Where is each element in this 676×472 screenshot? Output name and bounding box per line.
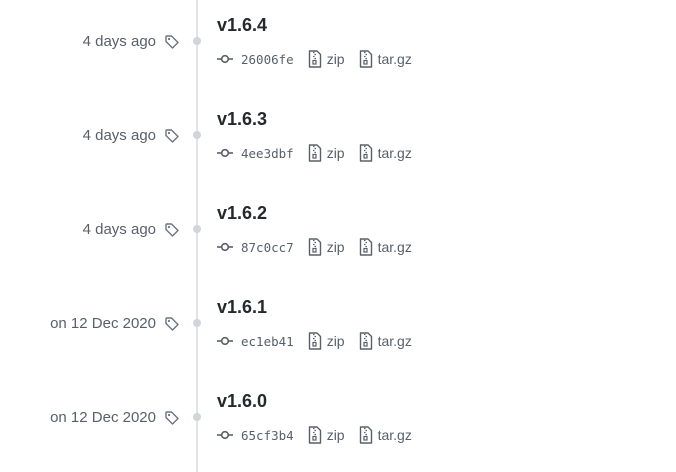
git-commit-icon [217,430,233,440]
release-item: on 12 Dec 2020 v1.6.1 ec1eb41 zip tar.gz [0,282,676,376]
release-item: 4 days ago v1.6.3 4ee3dbf zip tar.gz [0,94,676,188]
file-zip-icon [308,50,321,68]
asset-label: tar.gz [377,333,412,349]
commit-sha-link[interactable]: 65cf3b4 [241,428,294,443]
download-zip-link[interactable]: zip [308,50,345,68]
download-zip-link[interactable]: zip [308,332,345,350]
download-tar-link[interactable]: tar.gz [359,332,412,350]
release-title-link[interactable]: v1.6.0 [217,391,267,412]
release-date: on 12 Dec 2020 [50,315,156,332]
file-zip-icon [308,238,321,256]
file-zip-icon [359,50,372,68]
commit-sha-link[interactable]: 87c0cc7 [241,240,294,255]
timeline-dot [193,319,201,327]
download-zip-link[interactable]: zip [308,144,345,162]
download-zip-link[interactable]: zip [308,238,345,256]
tag-icon [165,223,179,237]
release-date: 4 days ago [82,33,156,50]
release-title-link[interactable]: v1.6.3 [217,109,267,130]
release-item: 4 days ago v1.6.2 87c0cc7 zip tar.gz [0,188,676,282]
asset-label: tar.gz [377,239,412,255]
releases-timeline: 4 days ago v1.6.4 26006fe zip tar.gz 4 d… [0,0,676,472]
tag-icon [165,411,179,425]
download-tar-link[interactable]: tar.gz [359,144,412,162]
git-commit-icon [217,54,233,64]
timeline-dot [193,37,201,45]
release-meta: 4ee3dbf zip tar.gz [216,142,426,164]
release-title-link[interactable]: v1.6.1 [217,297,267,318]
tag-icon [165,129,179,143]
asset-label: zip [326,145,345,161]
download-tar-link[interactable]: tar.gz [359,426,412,444]
release-meta: ec1eb41 zip tar.gz [216,330,426,352]
timeline-dot [193,413,201,421]
file-zip-icon [308,144,321,162]
commit-sha-link[interactable]: 4ee3dbf [241,146,294,161]
file-zip-icon [359,238,372,256]
release-date: 4 days ago [82,127,156,144]
file-zip-icon [308,426,321,444]
asset-label: zip [326,239,345,255]
file-zip-icon [308,332,321,350]
asset-label: zip [326,51,345,67]
release-meta: 65cf3b4 zip tar.gz [216,424,426,446]
tag-icon [165,35,179,49]
git-commit-icon [217,148,233,158]
release-title-link[interactable]: v1.6.2 [217,203,267,224]
release-date: 4 days ago [82,221,156,238]
commit-sha-link[interactable]: 26006fe [241,52,294,67]
download-zip-link[interactable]: zip [308,426,345,444]
timeline-dot [193,131,201,139]
download-tar-link[interactable]: tar.gz [359,50,412,68]
asset-label: tar.gz [377,51,412,67]
commit-sha-link[interactable]: ec1eb41 [241,334,294,349]
download-tar-link[interactable]: tar.gz [359,238,412,256]
release-item: 4 days ago v1.6.4 26006fe zip tar.gz [0,0,676,94]
asset-label: tar.gz [377,145,412,161]
timeline-dot [193,225,201,233]
file-zip-icon [359,426,372,444]
release-title-link[interactable]: v1.6.4 [217,15,267,36]
release-meta: 87c0cc7 zip tar.gz [216,236,426,258]
asset-label: zip [326,333,345,349]
git-commit-icon [217,242,233,252]
git-commit-icon [217,336,233,346]
asset-label: zip [326,427,345,443]
file-zip-icon [359,144,372,162]
file-zip-icon [359,332,372,350]
tag-icon [165,317,179,331]
asset-label: tar.gz [377,427,412,443]
release-meta: 26006fe zip tar.gz [216,48,426,70]
release-date: on 12 Dec 2020 [50,409,156,426]
release-item: on 12 Dec 2020 v1.6.0 65cf3b4 zip tar.gz [0,376,676,470]
